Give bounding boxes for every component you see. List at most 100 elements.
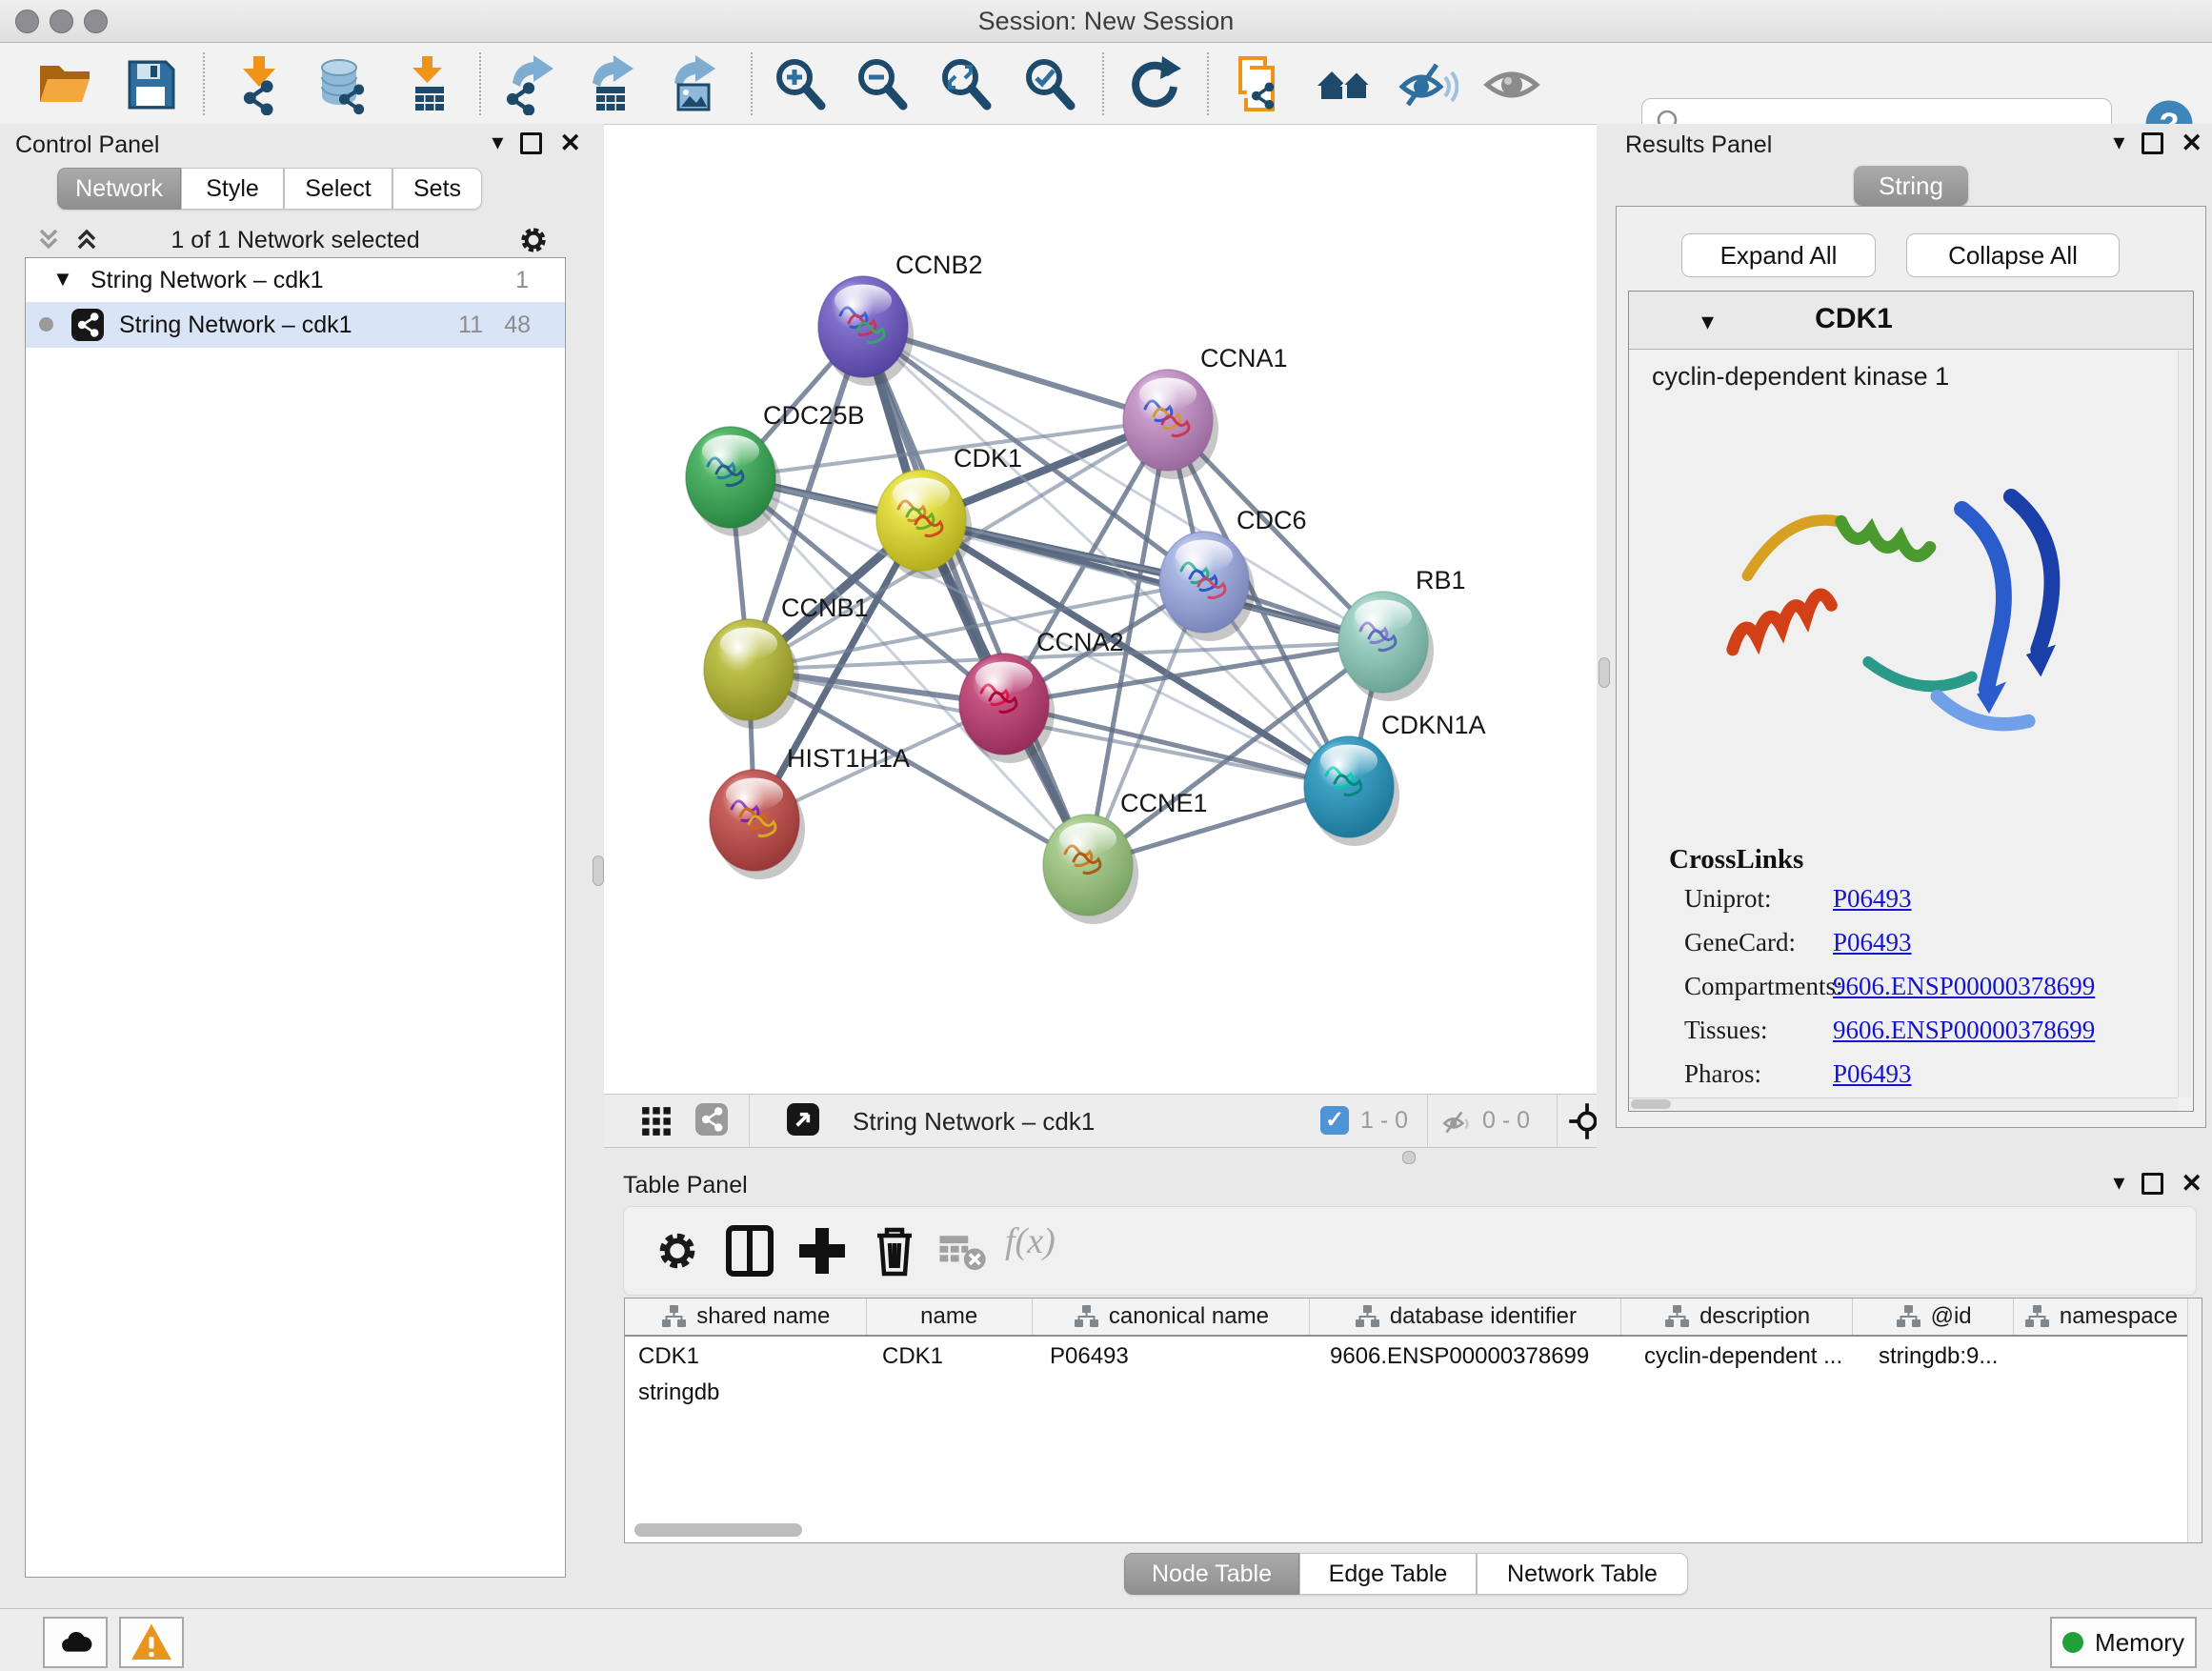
cloud-icon bbox=[54, 1621, 96, 1663]
tree-item-string-network[interactable]: String Network – cdk1 11 48 bbox=[26, 302, 565, 348]
edge-count: 48 bbox=[504, 312, 531, 339]
node-table: shared namenamecanonical namedatabase id… bbox=[624, 1298, 2202, 1543]
node-CCNA2[interactable] bbox=[959, 654, 1055, 763]
cloud-status-button[interactable] bbox=[43, 1617, 108, 1668]
table-cell[interactable]: CDK1 bbox=[869, 1337, 1036, 1373]
table-vertical-scrollbar[interactable] bbox=[2187, 1299, 2202, 1542]
cdk1-entry-header[interactable]: ▾ CDK1 bbox=[1629, 292, 2193, 350]
tab-string[interactable]: String bbox=[1854, 166, 1968, 206]
control-panel-menu-icon[interactable]: ▾ bbox=[492, 130, 503, 156]
results-panel-float-icon[interactable] bbox=[2142, 132, 2163, 154]
column-header--id[interactable]: @id bbox=[1853, 1299, 2013, 1335]
node-CCNA1[interactable] bbox=[1123, 370, 1218, 479]
results-panel-close-icon[interactable]: ✕ bbox=[2181, 130, 2202, 156]
export-image-icon[interactable] bbox=[661, 54, 722, 115]
export-network-icon[interactable] bbox=[499, 54, 560, 115]
table-row[interactable]: CDK1CDK1P064939606.ENSP00000378699cyclin… bbox=[625, 1337, 2188, 1409]
table-cell[interactable]: P06493 bbox=[1036, 1337, 1317, 1373]
delete-table-icon[interactable] bbox=[933, 1220, 994, 1281]
tab-edge-table[interactable]: Edge Table bbox=[1299, 1553, 1477, 1595]
clone-network-icon[interactable] bbox=[1229, 54, 1290, 115]
warnings-button[interactable] bbox=[119, 1617, 184, 1668]
column-type-icon bbox=[1895, 1303, 1921, 1330]
tab-network[interactable]: Network bbox=[57, 168, 181, 210]
network-share-view-icon[interactable] bbox=[695, 1103, 728, 1136]
node-CDK1[interactable] bbox=[876, 470, 972, 579]
results-horizontal-scrollbar[interactable] bbox=[1629, 1097, 2178, 1111]
hide-selected-icon[interactable] bbox=[1398, 54, 1458, 115]
column-header-name[interactable]: name bbox=[867, 1299, 1033, 1335]
column-header-canonical-name[interactable]: canonical name bbox=[1033, 1299, 1310, 1335]
crosslink-link[interactable]: P06493 bbox=[1833, 884, 1912, 914]
left-splitter[interactable] bbox=[591, 124, 604, 1608]
crosslink-link[interactable]: P06493 bbox=[1833, 1059, 1912, 1089]
node-label-CCNA1: CCNA1 bbox=[1200, 344, 1288, 372]
zoom-fit-icon[interactable] bbox=[935, 54, 996, 115]
node-CDC6[interactable] bbox=[1159, 532, 1255, 641]
network-options-gear-icon[interactable] bbox=[516, 223, 551, 262]
node-HIST1H1A[interactable] bbox=[710, 770, 805, 879]
import-database-icon[interactable] bbox=[309, 54, 370, 115]
detach-view-icon[interactable] bbox=[787, 1103, 819, 1136]
node-CCNE1[interactable] bbox=[1043, 815, 1138, 924]
network-collection-count: 1 bbox=[515, 267, 529, 294]
memory-button[interactable]: Memory bbox=[2050, 1617, 2197, 1668]
node-label-CDC25B: CDC25B bbox=[763, 401, 865, 430]
table-panel-menu-icon[interactable]: ▾ bbox=[2113, 1170, 2124, 1197]
first-neighbors-icon[interactable] bbox=[1315, 54, 1376, 115]
table-panel-close-icon[interactable]: ✕ bbox=[2181, 1170, 2202, 1197]
table-panel-float-icon[interactable] bbox=[2142, 1173, 2163, 1195]
zoom-out-icon[interactable] bbox=[852, 54, 913, 115]
zoom-selected-icon[interactable] bbox=[1019, 54, 1080, 115]
node-CDC25B[interactable] bbox=[686, 427, 781, 536]
refresh-view-icon[interactable] bbox=[1124, 54, 1185, 115]
selected-elements-checkbox[interactable]: ✓ bbox=[1320, 1106, 1349, 1135]
tab-select[interactable]: Select bbox=[284, 168, 392, 210]
crosslink-link[interactable]: 9606.ENSP00000378699 bbox=[1833, 1016, 2095, 1045]
tab-sets[interactable]: Sets bbox=[392, 168, 482, 210]
column-header-namespace[interactable]: namespace bbox=[2014, 1299, 2188, 1335]
node-CDKN1A[interactable] bbox=[1304, 736, 1399, 846]
delete-column-trash-icon[interactable] bbox=[864, 1220, 925, 1281]
show-columns-icon[interactable] bbox=[719, 1220, 780, 1281]
add-column-icon[interactable] bbox=[792, 1220, 853, 1281]
grid-view-icon[interactable] bbox=[640, 1105, 673, 1142]
control-panel-close-icon[interactable]: ✕ bbox=[559, 130, 581, 156]
open-session-icon[interactable] bbox=[34, 54, 95, 115]
right-splitter[interactable] bbox=[1597, 124, 1610, 1164]
tab-node-table[interactable]: Node Table bbox=[1124, 1553, 1299, 1595]
tab-network-table[interactable]: Network Table bbox=[1477, 1553, 1688, 1595]
edge-CCNB2-CCNE1[interactable] bbox=[863, 327, 1088, 865]
export-table-icon[interactable] bbox=[579, 54, 640, 115]
zoom-in-icon[interactable] bbox=[770, 54, 831, 115]
column-header-shared-name[interactable]: shared name bbox=[625, 1299, 867, 1335]
crosslink-link[interactable]: P06493 bbox=[1833, 928, 1912, 957]
import-table-icon[interactable] bbox=[396, 54, 457, 115]
collapse-all-button[interactable]: Collapse All bbox=[1906, 233, 2120, 277]
table-horizontal-scrollbar[interactable] bbox=[634, 1523, 802, 1537]
crosslink-link[interactable]: 9606.ENSP00000378699 bbox=[1833, 972, 2095, 1001]
table-cell[interactable]: stringdb bbox=[625, 1373, 801, 1409]
function-builder-icon[interactable]: f(x) bbox=[1005, 1220, 1056, 1262]
node-CCNB2[interactable] bbox=[818, 276, 914, 386]
node-RB1[interactable] bbox=[1338, 592, 1434, 701]
network-canvas[interactable]: CCNB2CCNA1CDC25BCDK1CDC6RB1CCNB1CCNA2CDK… bbox=[604, 124, 1597, 1094]
table-cell[interactable]: 9606.ENSP00000378699 bbox=[1317, 1337, 1631, 1373]
expand-all-button[interactable]: Expand All bbox=[1681, 233, 1876, 277]
results-vertical-scrollbar[interactable] bbox=[2178, 351, 2191, 1097]
tree-root-string-network[interactable]: ▼ String Network – cdk1 1 bbox=[26, 258, 565, 302]
save-session-icon[interactable] bbox=[120, 54, 181, 115]
import-network-icon[interactable] bbox=[229, 54, 290, 115]
column-header-database-identifier[interactable]: database identifier bbox=[1310, 1299, 1621, 1335]
horizontal-splitter[interactable] bbox=[604, 1148, 1597, 1164]
show-all-icon[interactable] bbox=[1481, 54, 1542, 115]
table-settings-gear-icon[interactable] bbox=[647, 1220, 708, 1281]
table-cell[interactable]: CDK1 bbox=[625, 1337, 869, 1373]
table-cell[interactable]: cyclin-dependent ... bbox=[1631, 1337, 1865, 1373]
column-header-description[interactable]: description bbox=[1621, 1299, 1854, 1335]
tab-style[interactable]: Style bbox=[181, 168, 284, 210]
results-panel-menu-icon[interactable]: ▾ bbox=[2113, 130, 2124, 156]
tree-collapse-icon[interactable]: ▼ bbox=[52, 267, 73, 292]
table-cell[interactable]: stringdb:9... bbox=[1865, 1337, 2027, 1373]
control-panel-float-icon[interactable] bbox=[520, 132, 542, 154]
